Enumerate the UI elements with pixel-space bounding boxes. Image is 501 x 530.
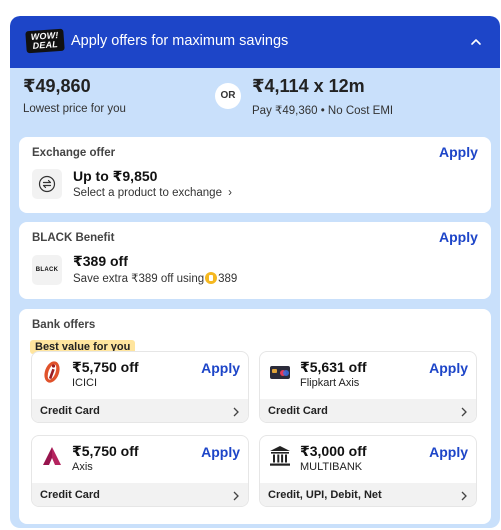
bank-offer-amount: ₹3,000 off (300, 443, 367, 459)
offers-header[interactable]: WOW! DEAL Apply offers for maximum savin… (10, 16, 500, 68)
exchange-offer-title: Exchange offer (32, 147, 116, 159)
bank-offer-amount: ₹5,750 off (72, 443, 139, 459)
icici-logo-icon (44, 361, 60, 383)
bank-offer-apply-button[interactable]: Apply (429, 444, 468, 460)
black-logo-box: BLACK (32, 255, 62, 285)
bank-offer-amount: ₹5,631 off (300, 359, 367, 375)
bank-offer-apply-button[interactable]: Apply (201, 360, 240, 376)
bank-offer-payment: Credit Card (40, 489, 100, 501)
lowest-price: ₹49,860 (23, 76, 91, 96)
emi-label: Pay ₹49,360 • No Cost EMI (252, 105, 394, 117)
chevron-right-icon: › (228, 187, 233, 199)
lowest-price-label: Lowest price for you (23, 103, 126, 115)
supercoin-icon (205, 272, 218, 284)
bank-offer-payment: Credit Card (268, 405, 328, 417)
flipkart-axis-card-icon (270, 366, 290, 379)
chevron-right-icon (461, 491, 467, 501)
black-benefit-subtitle-text: Save extra ₹389 off using (73, 273, 205, 285)
bank-building-icon (270, 446, 290, 466)
axis-logo-icon (43, 447, 61, 465)
chevron-right-icon (233, 491, 239, 501)
black-benefit-amount: ₹389 off (73, 253, 128, 269)
offers-panel: WOW! DEAL Apply offers for maximum savin… (10, 16, 500, 528)
bank-offer-amount: ₹5,750 off (72, 359, 139, 375)
bank-offer-bank: Axis (72, 461, 93, 473)
bank-offer-payment-row[interactable]: Credit Card (32, 483, 248, 506)
bank-offer-payment-row[interactable]: Credit Card (260, 399, 476, 422)
bank-offer-bank: ICICI (72, 377, 98, 389)
bank-offer-payment: Credit Card (40, 405, 100, 417)
or-badge: OR (215, 83, 241, 109)
black-benefit-title: BLACK Benefit (32, 232, 115, 244)
black-benefit-apply-button[interactable]: Apply (439, 229, 478, 245)
bank-offer-payment-row[interactable]: Credit, UPI, Debit, Net (260, 483, 476, 506)
price-summary: ₹49,860 Lowest price for you OR ₹4,114 x… (10, 68, 500, 134)
exchange-icon-box (32, 169, 62, 199)
bank-offers-card: Bank offers Best value for you ₹5,750 of… (19, 309, 491, 524)
exchange-icon (38, 175, 56, 193)
emi-price: ₹4,114 x 12m (252, 76, 365, 96)
black-benefit-coins: 389 (218, 273, 238, 285)
black-benefit-subtitle: Save extra ₹389 off using 389 (73, 271, 237, 285)
exchange-subtitle: Select a product to exchange (73, 187, 222, 199)
bank-offer-bank: MULTIBANK (300, 461, 363, 473)
bank-offer-payment: Credit, UPI, Debit, Net (268, 489, 382, 501)
chevron-up-icon[interactable] (468, 34, 484, 50)
exchange-offer-card[interactable]: Exchange offer Apply Up to ₹9,850 Select… (19, 137, 491, 213)
bank-offers-title: Bank offers (32, 319, 96, 331)
bank-offer-payment-row[interactable]: Credit Card (32, 399, 248, 422)
bank-offer-apply-button[interactable]: Apply (201, 444, 240, 460)
exchange-select-link[interactable]: Select a product to exchange › (73, 187, 232, 199)
bank-offer-bank: Flipkart Axis (300, 377, 360, 389)
exchange-amount: Up to ₹9,850 (73, 168, 158, 184)
bank-offer-flipkart-axis[interactable]: ₹5,631 off Flipkart Axis Apply Credit Ca… (259, 351, 477, 423)
black-benefit-card[interactable]: BLACK Benefit Apply BLACK ₹389 off Save … (19, 222, 491, 299)
chevron-right-icon (461, 407, 467, 417)
black-logo-icon: BLACK (35, 267, 59, 273)
bank-offer-apply-button[interactable]: Apply (429, 360, 468, 376)
wow-deal-logo: WOW! DEAL (25, 28, 65, 54)
exchange-apply-button[interactable]: Apply (439, 144, 478, 160)
bank-offer-axis[interactable]: ₹5,750 off Axis Apply Credit Card (31, 435, 249, 507)
bank-offer-multibank[interactable]: ₹3,000 off MULTIBANK Apply Credit, UPI, … (259, 435, 477, 507)
offers-header-title: Apply offers for maximum savings (71, 33, 289, 49)
chevron-right-icon (233, 407, 239, 417)
bank-offer-icici[interactable]: ₹5,750 off ICICI Apply Credit Card (31, 351, 249, 423)
